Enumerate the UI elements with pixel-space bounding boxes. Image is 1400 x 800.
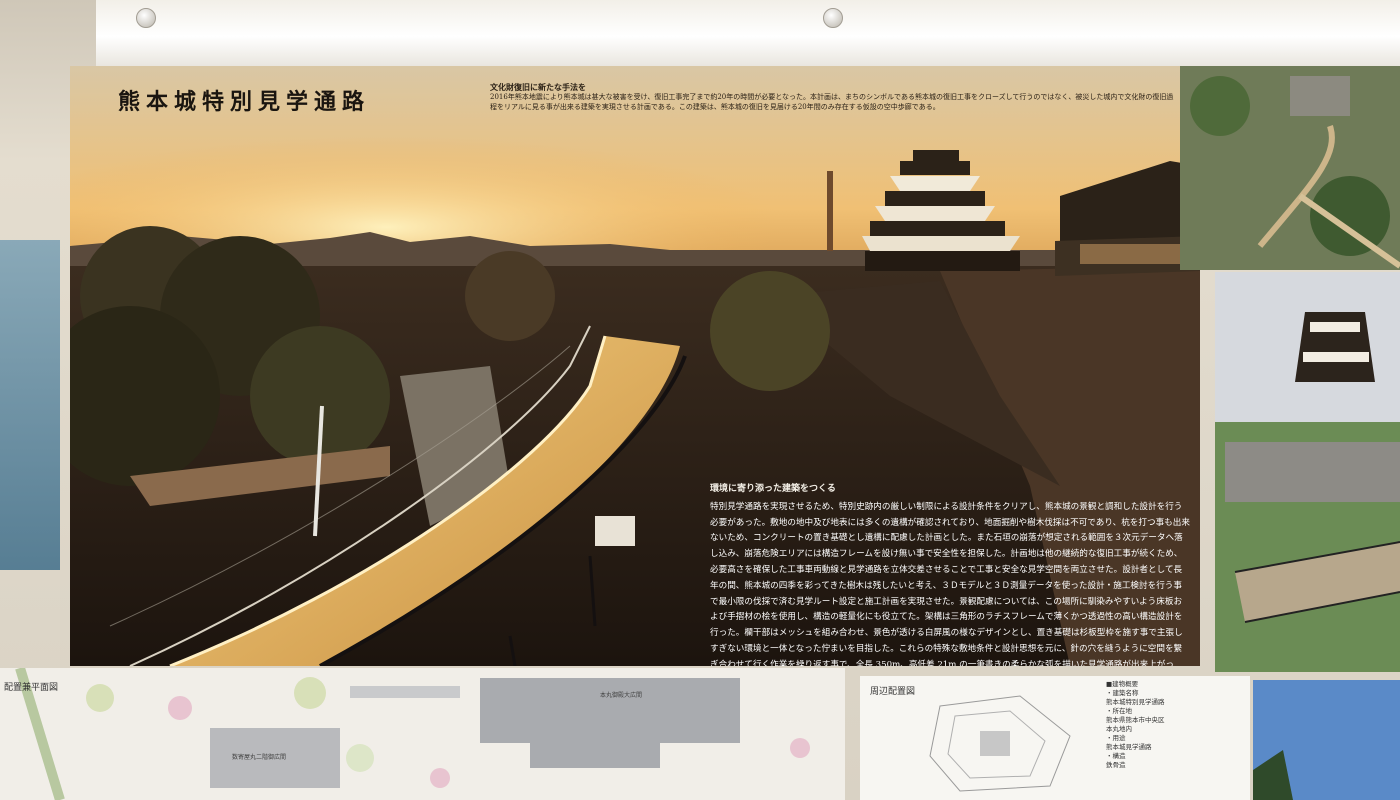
aerial-photo: [1180, 66, 1400, 270]
legend-line: 熊本県熊本市中央区: [1106, 716, 1165, 724]
legend-line: ・建築名称: [1106, 689, 1139, 697]
legend-line: 本丸地内: [1106, 725, 1132, 733]
concrete-footing: [595, 516, 635, 546]
legend-line: 熊本城見学通路: [1106, 743, 1152, 751]
shelf-pin: [136, 8, 156, 28]
description-paragraph: 特別見学通路を実現させるため、特別史跡内の厳しい制限による設計条件をクリアし、熊…: [710, 501, 1190, 666]
section-heading: 環境に寄り添った建築をつくる: [710, 484, 836, 494]
legend-line: 熊本城特別見学通路: [1106, 698, 1165, 706]
shelf-pin: [823, 8, 843, 28]
description-block: 環境に寄り添った建築をつくる 特別見学通路を実現させるため、特別史跡内の厳しい制…: [710, 482, 1190, 666]
acrylic-display-shelf: [96, 0, 1400, 68]
sky-tree-photo: [1253, 680, 1400, 800]
castle-walkway-side-photo: [1215, 272, 1400, 672]
intro-text: 2016年熊本地震により熊本城は甚大な被害を受け、復旧工事完了まで約20年の時間…: [490, 93, 1174, 111]
plan1-title: 配置兼平面図: [4, 683, 59, 693]
plan1-label-hall: 本丸御殿大広間: [600, 692, 643, 699]
crane-mast: [827, 171, 833, 251]
legend-line: ・構造: [1106, 752, 1126, 760]
surrounding-site-plan: 周辺配置図: [860, 676, 1100, 800]
site-floor-plan: 配置兼平面図 本丸御殿大広間 数寄屋丸二階御広間: [0, 668, 845, 800]
legend-line: ・所在地: [1106, 707, 1132, 715]
plan1-label-sukiya: 数寄屋丸二階御広間: [232, 754, 287, 761]
poster-title: 熊本城特別見学通路: [118, 89, 371, 115]
building-summary: ■建物概要 ・建築名称 熊本城特別見学通路 ・所在地 熊本県熊本市中央区 本丸地…: [1100, 676, 1250, 800]
main-poster-photo: 熊本城特別見学通路 文化財復旧に新たな手法を 2016年熊本地震により熊本城は甚…: [70, 66, 1200, 666]
legend-line: ■建物概要: [1106, 680, 1139, 688]
legend-line: ・用途: [1106, 734, 1126, 742]
legend-line: 鉄骨造: [1106, 761, 1126, 769]
window-reflection: [0, 240, 60, 570]
plan2-title: 周辺配置図: [870, 687, 916, 697]
